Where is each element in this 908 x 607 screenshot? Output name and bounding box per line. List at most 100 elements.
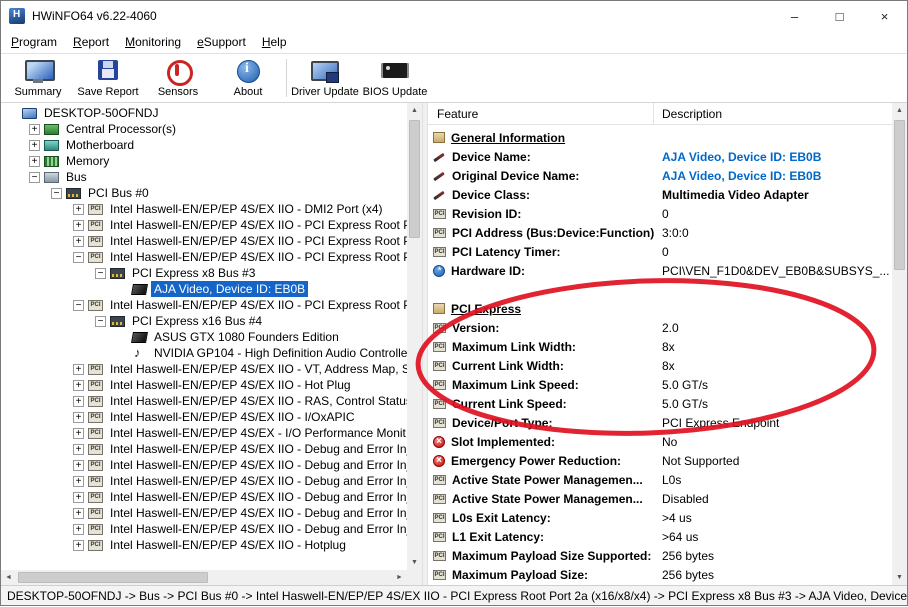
details-row[interactable]: Version:2.0 <box>428 318 892 337</box>
tree-item[interactable]: +Motherboard <box>1 137 407 153</box>
expander-plus-icon[interactable]: + <box>73 380 84 391</box>
toolbar-button-driver-update[interactable]: Driver Update <box>290 54 360 102</box>
tree-item[interactable]: +Intel Haswell-EN/EP/EP 4S/EX IIO - Debu… <box>1 521 407 537</box>
details-vertical-scrollbar[interactable]: ▲ ▼ <box>892 103 907 585</box>
expander-plus-icon[interactable]: + <box>73 396 84 407</box>
tree-item[interactable]: +Intel Haswell-EN/EP/EP 4S/EX IIO - PCI … <box>1 217 407 233</box>
expander-plus-icon[interactable]: + <box>73 204 84 215</box>
menu-item-esupport[interactable]: eSupport <box>189 32 254 52</box>
tree-item[interactable]: +Intel Haswell-EN/EP/EP 4S/EX IIO - DMI2… <box>1 201 407 217</box>
details-vscroll-thumb[interactable] <box>894 120 905 270</box>
details-row[interactable]: General Information <box>428 128 892 147</box>
toolbar-button-about[interactable]: About <box>213 54 283 102</box>
tree-item[interactable]: +Intel Haswell-EN/EP/EP 4S/EX IIO - Debu… <box>1 489 407 505</box>
menu-item-report[interactable]: Report <box>65 32 117 52</box>
tree-item[interactable]: +Intel Haswell-EN/EP/EP 4S/EX IIO - Debu… <box>1 505 407 521</box>
details-row[interactable]: Maximum Link Width:8x <box>428 337 892 356</box>
tree-item[interactable]: −Bus <box>1 169 407 185</box>
tree-item[interactable]: −PCI Express x8 Bus #3 <box>1 265 407 281</box>
expander-plus-icon[interactable]: + <box>73 508 84 519</box>
maximize-button[interactable]: □ <box>817 1 862 31</box>
details-row[interactable]: PCI Express <box>428 299 892 318</box>
scroll-left-arrow-icon[interactable]: ◄ <box>1 570 16 585</box>
tree-item[interactable]: +Intel Haswell-EN/EP/EP 4S/EX IIO - Hot … <box>1 377 407 393</box>
tree-item[interactable]: +Intel Haswell-EN/EP/EP 4S/EX IIO - I/Ox… <box>1 409 407 425</box>
scroll-down-arrow-icon[interactable]: ▼ <box>407 555 422 570</box>
details-row[interactable]: Original Device Name:AJA Video, Device I… <box>428 166 892 185</box>
expander-minus-icon[interactable]: − <box>73 300 84 311</box>
menu-item-help[interactable]: Help <box>254 32 295 52</box>
tree-item[interactable]: DESKTOP-50OFNDJ <box>1 105 407 121</box>
tree-item[interactable]: −PCI Bus #0 <box>1 185 407 201</box>
expander-plus-icon[interactable]: + <box>73 428 84 439</box>
toolbar-button-sensors[interactable]: Sensors <box>143 54 213 102</box>
tree-item[interactable]: +Central Processor(s) <box>1 121 407 137</box>
tree-item[interactable]: NVIDIA GP104 - High Definition Audio Con… <box>1 345 407 361</box>
expander-plus-icon[interactable]: + <box>73 236 84 247</box>
tree-item[interactable]: +Intel Haswell-EN/EP/EP 4S/EX IIO - Debu… <box>1 457 407 473</box>
details-row[interactable]: Active State Power Managemen...Disabled <box>428 489 892 508</box>
tree-item[interactable]: +Intel Haswell-EN/EP/EP 4S/EX IIO - PCI … <box>1 233 407 249</box>
menu-item-program[interactable]: Program <box>3 32 65 52</box>
toolbar-button-save-report[interactable]: Save Report <box>73 54 143 102</box>
details-row[interactable]: Emergency Power Reduction:Not Supported <box>428 451 892 470</box>
details-row[interactable]: Slot Implemented:No <box>428 432 892 451</box>
expander-plus-icon[interactable]: + <box>73 476 84 487</box>
details-row[interactable]: PCI Latency Timer:0 <box>428 242 892 261</box>
expander-minus-icon[interactable]: − <box>95 316 106 327</box>
expander-plus-icon[interactable]: + <box>29 124 40 135</box>
details-row[interactable]: L1 Exit Latency:>64 us <box>428 527 892 546</box>
details-row[interactable]: Device Name:AJA Video, Device ID: EB0B <box>428 147 892 166</box>
details-row[interactable]: PCI Address (Bus:Device:Function) Nu...3… <box>428 223 892 242</box>
expander-minus-icon[interactable]: − <box>95 268 106 279</box>
tree-item[interactable]: +Intel Haswell-EN/EP/EP 4S/EX IIO - RAS,… <box>1 393 407 409</box>
expander-minus-icon[interactable]: − <box>73 252 84 263</box>
feature-column-header[interactable]: Feature <box>428 103 654 124</box>
expander-plus-icon[interactable]: + <box>73 364 84 375</box>
expander-plus-icon[interactable]: + <box>73 460 84 471</box>
details-row[interactable]: Maximum Payload Size:256 bytes <box>428 565 892 584</box>
expander-plus-icon[interactable]: + <box>29 156 40 167</box>
tree-vertical-scrollbar[interactable]: ▲ ▼ <box>407 103 422 570</box>
tree-item[interactable]: −Intel Haswell-EN/EP/EP 4S/EX IIO - PCI … <box>1 297 407 313</box>
details-row[interactable]: Current Link Speed:5.0 GT/s <box>428 394 892 413</box>
details-row[interactable]: Device Class:Multimedia Video Adapter <box>428 185 892 204</box>
scroll-down-arrow-icon[interactable]: ▼ <box>892 570 907 585</box>
description-column-header[interactable]: Description <box>654 107 892 121</box>
tree-item[interactable]: +Intel Haswell-EN/EP/EP 4S/EX - I/O Perf… <box>1 425 407 441</box>
details-row[interactable]: L0s Exit Latency:>4 us <box>428 508 892 527</box>
tree-item[interactable]: +Intel Haswell-EN/EP/EP 4S/EX IIO - Debu… <box>1 441 407 457</box>
expander-plus-icon[interactable]: + <box>73 220 84 231</box>
tree-hscroll-thumb[interactable] <box>18 572 208 583</box>
tree-item[interactable]: ASUS GTX 1080 Founders Edition <box>1 329 407 345</box>
expander-minus-icon[interactable]: − <box>51 188 62 199</box>
details-row[interactable]: Maximum Payload Size Supported:256 bytes <box>428 546 892 565</box>
app-icon[interactable] <box>9 8 25 24</box>
tree-vscroll-thumb[interactable] <box>409 120 420 238</box>
expander-plus-icon[interactable]: + <box>29 140 40 151</box>
tree-item[interactable]: +Intel Haswell-EN/EP/EP 4S/EX IIO - Hotp… <box>1 537 407 553</box>
menu-item-monitoring[interactable]: Monitoring <box>117 32 189 52</box>
tree-item[interactable]: +Memory <box>1 153 407 169</box>
expander-plus-icon[interactable]: + <box>73 444 84 455</box>
details-row[interactable]: Maximum Link Speed:5.0 GT/s <box>428 375 892 394</box>
tree-item[interactable]: AJA Video, Device ID: EB0B <box>1 281 407 297</box>
tree-item[interactable]: −PCI Express x16 Bus #4 <box>1 313 407 329</box>
expander-plus-icon[interactable]: + <box>73 492 84 503</box>
tree-horizontal-scrollbar[interactable]: ◄ ► <box>1 570 407 585</box>
tree-item[interactable]: +Intel Haswell-EN/EP/EP 4S/EX IIO - VT, … <box>1 361 407 377</box>
tree-item[interactable]: −Intel Haswell-EN/EP/EP 4S/EX IIO - PCI … <box>1 249 407 265</box>
toolbar-button-summary[interactable]: Summary <box>3 54 73 102</box>
expander-plus-icon[interactable]: + <box>73 540 84 551</box>
expander-plus-icon[interactable]: + <box>73 524 84 535</box>
expander-minus-icon[interactable]: − <box>29 172 40 183</box>
expander-plus-icon[interactable]: + <box>73 412 84 423</box>
details-row[interactable]: Device/Port Type:PCI Express Endpoint <box>428 413 892 432</box>
details-row[interactable]: Hardware ID:PCI\VEN_F1D0&DEV_EB0B&SUBSYS… <box>428 261 892 280</box>
minimize-button[interactable]: – <box>772 1 817 31</box>
details-row[interactable]: Current Link Width:8x <box>428 356 892 375</box>
details-row[interactable]: Active State Power Managemen...L0s <box>428 470 892 489</box>
toolbar-button-bios-update[interactable]: BIOS Update <box>360 54 430 102</box>
close-button[interactable]: × <box>862 1 907 31</box>
tree-item[interactable]: +Intel Haswell-EN/EP/EP 4S/EX IIO - Debu… <box>1 473 407 489</box>
